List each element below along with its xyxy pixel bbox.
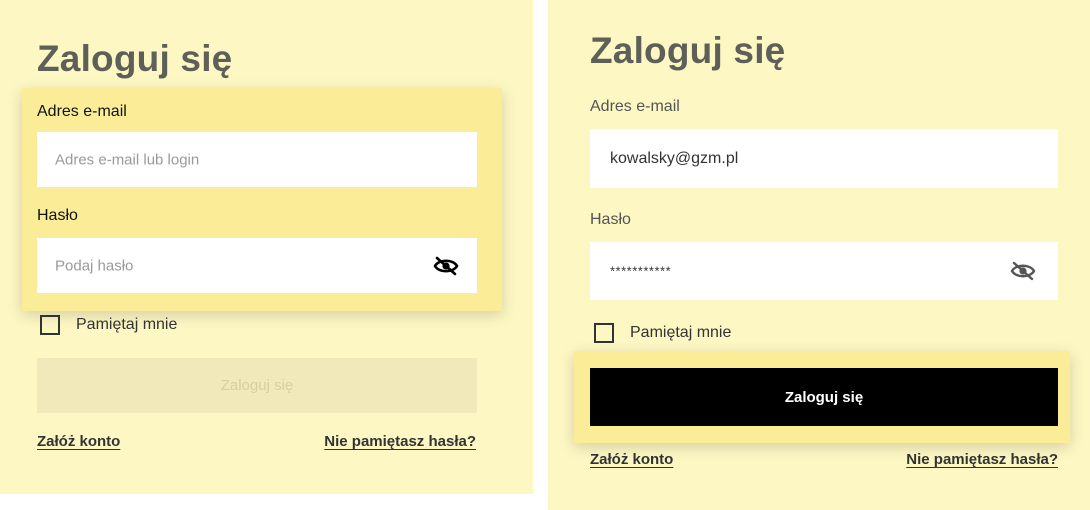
- email-label: Adres e-mail: [590, 98, 680, 115]
- page-title: Zaloguj się: [37, 38, 233, 79]
- password-value: ***********: [610, 263, 672, 279]
- email-field[interactable]: Adres e-mail lub login: [37, 132, 477, 187]
- login-panel-left: Zaloguj się Adres e-mail Adres e-mail lu…: [0, 0, 533, 494]
- remember-me-checkbox[interactable]: [40, 315, 60, 335]
- remember-me-checkbox[interactable]: [594, 323, 614, 343]
- remember-me-row[interactable]: Pamiętaj mnie: [594, 323, 731, 343]
- focus-highlight-credentials: Adres e-mail Adres e-mail lub login Hasł…: [22, 88, 502, 311]
- focus-highlight-submit: Zaloguj się: [574, 351, 1070, 443]
- create-account-link[interactable]: Załóż konto: [37, 433, 120, 450]
- password-field[interactable]: ***********: [590, 242, 1058, 300]
- forgot-password-link[interactable]: Nie pamiętasz hasła?: [324, 433, 476, 450]
- email-placeholder: Adres e-mail lub login: [55, 151, 200, 168]
- remember-me-row[interactable]: Pamiętaj mnie: [40, 315, 177, 335]
- password-placeholder: Podaj hasło: [55, 257, 134, 274]
- eye-slash-icon[interactable]: [1010, 261, 1036, 281]
- login-button-disabled[interactable]: Zaloguj się: [37, 358, 477, 413]
- email-label: Adres e-mail: [37, 103, 127, 120]
- password-label: Hasło: [590, 211, 631, 228]
- remember-me-label: Pamiętaj mnie: [76, 316, 178, 333]
- password-label: Hasło: [37, 207, 78, 224]
- password-field[interactable]: Podaj hasło: [37, 238, 477, 293]
- email-field[interactable]: kowalsky@gzm.pl: [590, 129, 1058, 188]
- login-panel-right: Zaloguj się Adres e-mail kowalsky@gzm.pl…: [548, 0, 1090, 510]
- page-title: Zaloguj się: [590, 30, 786, 71]
- forgot-password-link[interactable]: Nie pamiętasz hasła?: [906, 451, 1058, 468]
- email-value: kowalsky@gzm.pl: [610, 149, 739, 167]
- remember-me-label: Pamiętaj mnie: [630, 324, 732, 341]
- login-button[interactable]: Zaloguj się: [590, 368, 1058, 426]
- create-account-link[interactable]: Załóż konto: [590, 451, 673, 468]
- eye-slash-icon[interactable]: [433, 256, 459, 276]
